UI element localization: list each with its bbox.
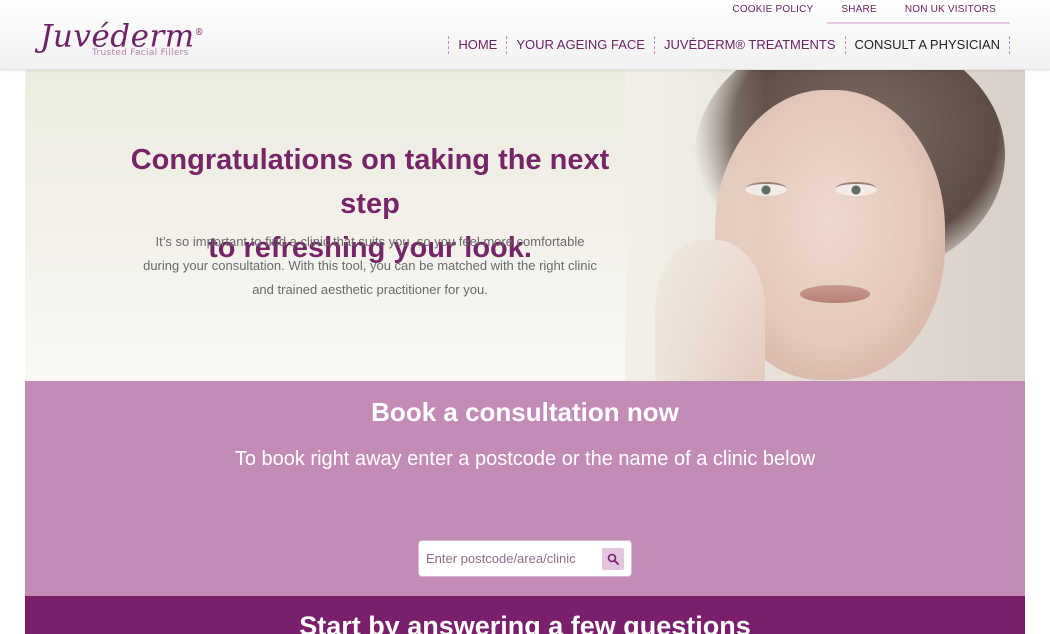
share-link[interactable]: SHARE [827, 0, 891, 24]
main-nav: HOME YOUR AGEING FACE JUVÉDERM® TREATMEN… [448, 36, 1010, 54]
logo-registered-mark: ® [194, 28, 205, 38]
questions-section: Start by answering a few questions [25, 596, 1025, 634]
hero-banner: Congratulations on taking the next step … [25, 70, 1025, 381]
postcode-search-input[interactable] [426, 551, 602, 566]
hero-body-line-1: It’s so important to find a clinic that … [155, 234, 585, 249]
hero-intro-text: It’s so important to find a clinic that … [120, 230, 620, 302]
site-header: Juvéderm® Trusted Facial Fillers COOKIE … [0, 0, 1050, 70]
non-uk-visitors-link[interactable]: NON UK VISITORS [890, 0, 1010, 24]
hero-body-line-3: and trained aesthetic practitioner for y… [252, 282, 488, 297]
nav-consult-a-physician[interactable]: CONSULT A PHYSICIAN [844, 36, 1010, 54]
juvederm-logo[interactable]: Juvéderm® Trusted Facial Fillers [40, 16, 230, 62]
hero-body-line-2: during your consultation. With this tool… [143, 258, 597, 273]
cookie-policy-link[interactable]: COOKIE POLICY [718, 0, 827, 24]
clinic-search-box [418, 540, 632, 577]
booking-title: Book a consultation now [371, 397, 679, 427]
utility-nav: COOKIE POLICY SHARE NON UK VISITORS [718, 0, 1010, 24]
booking-section: Book a consultation now To book right aw… [25, 381, 1025, 596]
nav-your-ageing-face[interactable]: YOUR AGEING FACE [506, 36, 654, 54]
nav-juvederm-treatments[interactable]: JUVÉDERM® TREATMENTS [653, 36, 845, 54]
woman-portrait-image [625, 70, 1025, 381]
questions-title: Start by answering a few questions [299, 611, 751, 634]
hero-title-line-1: Congratulations on taking the next step [130, 144, 610, 220]
search-icon[interactable] [602, 547, 624, 570]
booking-subtitle: To book right away enter a postcode or t… [234, 448, 816, 470]
nav-home[interactable]: HOME [448, 36, 506, 54]
logo-tagline: Trusted Facial Fillers [92, 48, 189, 58]
